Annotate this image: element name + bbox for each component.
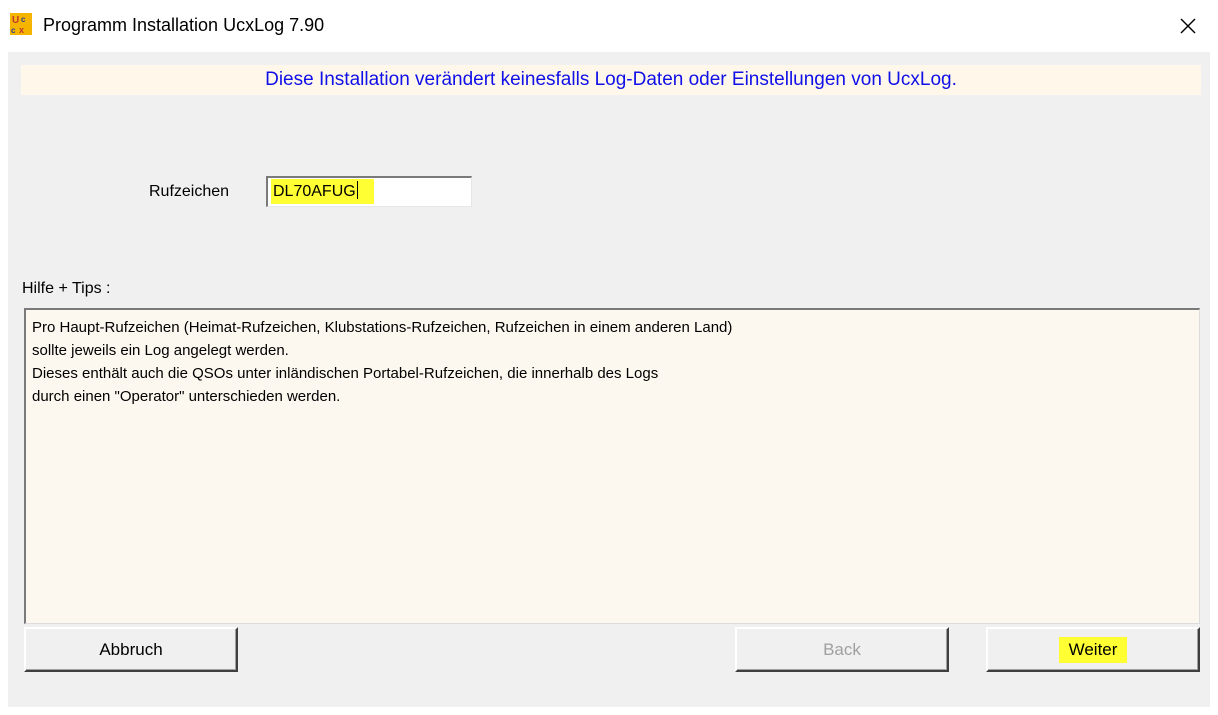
svg-text:c: c	[11, 26, 16, 35]
help-line: sollte jeweils ein Log angelegt werden.	[32, 342, 289, 359]
info-banner: Diese Installation verändert keinesfalls…	[21, 65, 1201, 95]
cancel-button[interactable]: Abbruch	[24, 627, 238, 672]
svg-text:c: c	[21, 15, 26, 24]
help-line: Pro Haupt-Rufzeichen (Heimat-Rufzeichen,…	[32, 319, 733, 336]
next-button-label: Weiter	[1058, 636, 1128, 663]
help-text-box[interactable]: Pro Haupt-Rufzeichen (Heimat-Rufzeichen,…	[24, 308, 1200, 624]
svg-text:x: x	[19, 25, 24, 35]
help-label: Hilfe + Tips :	[22, 280, 111, 297]
help-line: Dieses enthält auch die QSOs unter inlän…	[32, 365, 659, 382]
back-button-label: Back	[823, 639, 861, 659]
close-icon	[1180, 18, 1196, 34]
callsign-input[interactable]: DL70AFUG	[266, 176, 472, 207]
callsign-value: DL70AFUG	[273, 183, 356, 200]
next-button[interactable]: Weiter	[986, 627, 1200, 672]
dialog-client-area: Diese Installation verändert keinesfalls…	[8, 52, 1210, 707]
callsign-value-highlight: DL70AFUG	[271, 179, 374, 204]
title-bar: U c x c Programm Installation UcxLog 7.9…	[0, 0, 1218, 52]
back-button[interactable]: Back	[735, 627, 949, 672]
ucxlog-app-icon: U c x c	[10, 13, 32, 35]
cancel-button-label: Abbruch	[99, 639, 163, 659]
close-button[interactable]	[1158, 0, 1218, 52]
help-line: durch einen "Operator" unterschieden wer…	[32, 388, 341, 405]
window-title: Programm Installation UcxLog 7.90	[43, 15, 325, 35]
callsign-label: Rufzeichen	[149, 183, 230, 200]
text-caret	[356, 181, 358, 199]
